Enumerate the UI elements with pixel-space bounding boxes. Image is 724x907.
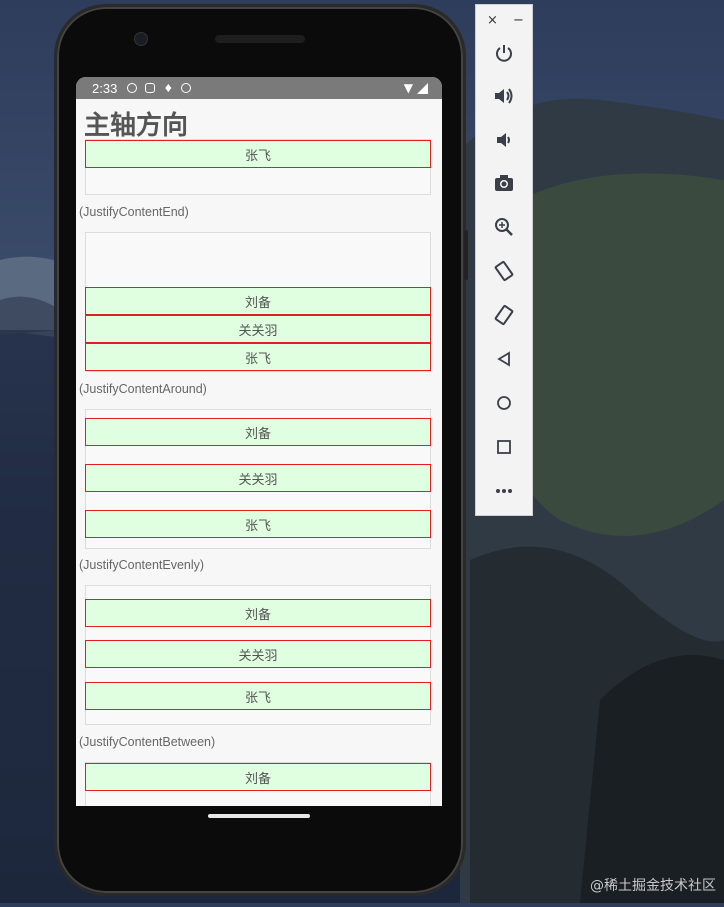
list-item: 刘备 bbox=[85, 763, 431, 791]
volume-down-button[interactable] bbox=[476, 122, 532, 158]
gesture-nav-bar[interactable] bbox=[208, 814, 310, 818]
wifi-icon: ▼ bbox=[403, 81, 413, 95]
section-label-between: (JustifyContentBetween) bbox=[79, 735, 216, 749]
zoom-button[interactable] bbox=[476, 209, 532, 245]
signal-icon bbox=[417, 82, 428, 94]
rotate-right-button[interactable] bbox=[476, 297, 532, 333]
volume-up-button[interactable] bbox=[476, 78, 532, 114]
list-item: 刘备 bbox=[85, 418, 431, 446]
list-item: 张飞 bbox=[85, 140, 431, 168]
front-camera-icon bbox=[134, 32, 148, 46]
list-item: 刘备 bbox=[85, 599, 431, 627]
list-item: 关关羽 bbox=[85, 640, 431, 668]
page-title: 主轴方向 bbox=[84, 111, 189, 141]
status-bar: 2:33 ♦ ▼ bbox=[76, 77, 442, 99]
power-icon bbox=[496, 45, 512, 62]
shield-icon bbox=[145, 83, 156, 93]
flex-container-evenly: 刘备 关关羽 张飞 bbox=[85, 585, 431, 725]
info-icon bbox=[127, 83, 138, 93]
flex-container-around: 刘备 关关羽 张飞 bbox=[85, 409, 431, 549]
more-button[interactable] bbox=[476, 473, 532, 509]
rotate-right-icon bbox=[494, 304, 514, 326]
flex-container-end: 刘备 关关羽 张飞 bbox=[85, 232, 431, 372]
status-time: 2:33 bbox=[92, 80, 118, 96]
earpiece-speaker bbox=[215, 35, 305, 43]
section-label-evenly: (JustifyContentEvenly) bbox=[79, 558, 205, 572]
rotate-left-button[interactable] bbox=[476, 253, 532, 289]
zoom-icon bbox=[495, 218, 513, 236]
power-button[interactable] bbox=[476, 35, 532, 71]
home-button[interactable] bbox=[476, 385, 532, 421]
list-item: 关关羽 bbox=[85, 315, 431, 343]
minimize-window-button[interactable]: − bbox=[513, 13, 524, 28]
back-button[interactable] bbox=[476, 341, 532, 377]
list-item: 张飞 bbox=[85, 510, 431, 538]
back-icon bbox=[497, 351, 510, 367]
more-icon bbox=[496, 489, 512, 493]
device-screen: 2:33 ♦ ▼ 主轴方向 张飞 (JustifyContentEnd) 刘备 … bbox=[76, 77, 442, 806]
flex-container-top: 张飞 bbox=[85, 139, 431, 195]
close-window-button[interactable]: × bbox=[487, 13, 498, 28]
watermark: @稀土掘金技术社区 bbox=[590, 878, 716, 894]
flex-container-between: 刘备 bbox=[85, 762, 431, 806]
list-item: 关关羽 bbox=[85, 464, 431, 492]
screenshot-button[interactable] bbox=[476, 165, 532, 201]
location-icon: ♦ bbox=[163, 81, 174, 95]
volume-down-icon bbox=[497, 133, 510, 147]
list-item: 刘备 bbox=[85, 287, 431, 315]
emulator-toolbar: × − bbox=[475, 4, 533, 516]
volume-up-icon bbox=[495, 88, 513, 104]
overview-icon bbox=[497, 440, 511, 454]
rotate-left-icon bbox=[494, 260, 514, 282]
section-label-end: (JustifyContentEnd) bbox=[79, 205, 189, 219]
sync-icon bbox=[181, 83, 192, 93]
overview-button[interactable] bbox=[476, 429, 532, 465]
section-label-around: (JustifyContentAround) bbox=[79, 382, 207, 396]
side-power-button bbox=[464, 230, 468, 280]
list-item: 张飞 bbox=[85, 682, 431, 710]
home-icon bbox=[497, 396, 511, 410]
camera-icon bbox=[495, 175, 513, 191]
list-item: 张飞 bbox=[85, 343, 431, 371]
